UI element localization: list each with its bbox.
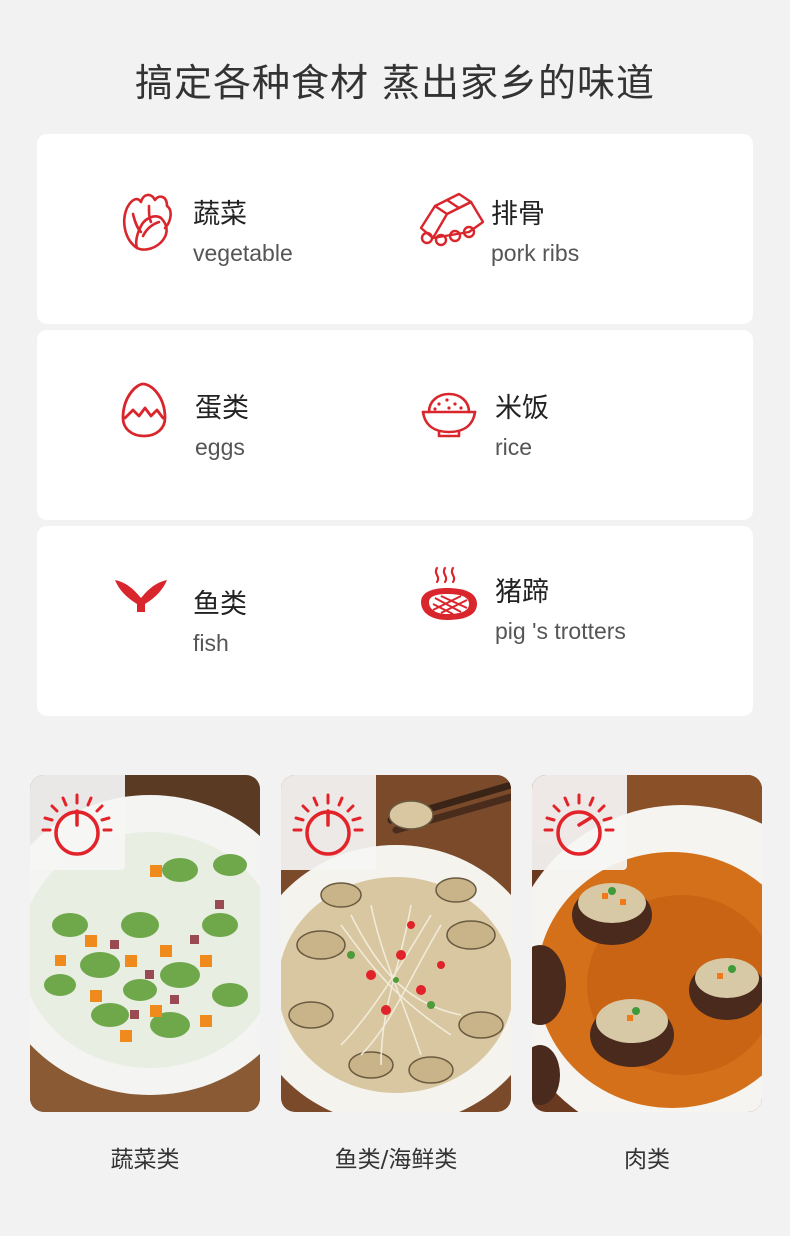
dish-photo-vegetables bbox=[30, 775, 260, 1112]
ingredient-name-en: pig 's trotters bbox=[495, 618, 626, 644]
ingredient-name-en: pork ribs bbox=[491, 240, 580, 266]
ingredient-eggs: 蛋类 eggs bbox=[117, 382, 417, 492]
page-headline: 搞定各种食材 蒸出家乡的味道 bbox=[134, 61, 656, 105]
ingredient-name-cn: 蛋类 bbox=[195, 393, 249, 424]
fish-tail-icon bbox=[115, 578, 187, 650]
timer-badge bbox=[281, 775, 376, 870]
timer-dial-icon bbox=[41, 793, 113, 856]
timer-badge bbox=[30, 775, 125, 870]
rice-bowl-icon bbox=[417, 382, 489, 454]
dish-photo-meat bbox=[532, 775, 762, 1112]
dish-photo-seafood bbox=[281, 775, 511, 1112]
ingredient-name-cn: 米饭 bbox=[495, 393, 549, 424]
ingredient-name-cn: 鱼类 bbox=[193, 589, 247, 620]
ingredient-card-2: 蛋类 eggs 米饭 rice bbox=[37, 330, 753, 520]
dish-caption-seafood: 鱼类/海鲜类 bbox=[334, 1147, 458, 1173]
timer-dial-icon bbox=[292, 793, 364, 856]
ingredient-rice: 米饭 rice bbox=[417, 382, 717, 492]
timer-dial-icon bbox=[543, 793, 615, 856]
timer-badge bbox=[532, 775, 627, 870]
ingredient-name-cn: 蔬菜 bbox=[193, 199, 247, 230]
ingredient-vegetable: 蔬菜 vegetable bbox=[115, 188, 415, 298]
ingredient-name-en: eggs bbox=[195, 434, 245, 460]
ingredient-name-cn: 排骨 bbox=[491, 199, 545, 230]
ingredient-name-en: rice bbox=[495, 434, 533, 460]
dish-caption-vegetables: 蔬菜类 bbox=[110, 1147, 180, 1173]
ingredient-fish: 鱼类 fish bbox=[115, 578, 415, 688]
egg-icon bbox=[117, 382, 189, 454]
dish-caption-meat: 肉类 bbox=[624, 1147, 670, 1173]
ingredient-card-1: 蔬菜 vegetable 排骨 pork ribs bbox=[37, 134, 753, 324]
ingredient-card-3: 鱼类 fish 猪蹄 pig 's trotters bbox=[37, 526, 753, 716]
ingredient-name-en: fish bbox=[193, 630, 229, 656]
pork-ribs-icon bbox=[413, 188, 485, 260]
ingredient-pig-trotters: 猪蹄 pig 's trotters bbox=[417, 566, 717, 676]
ingredient-name-en: vegetable bbox=[193, 240, 293, 266]
ingredient-pork-ribs: 排骨 pork ribs bbox=[413, 188, 713, 298]
steak-icon bbox=[417, 566, 489, 638]
cabbage-icon bbox=[115, 188, 187, 260]
ingredient-name-cn: 猪蹄 bbox=[495, 577, 549, 608]
